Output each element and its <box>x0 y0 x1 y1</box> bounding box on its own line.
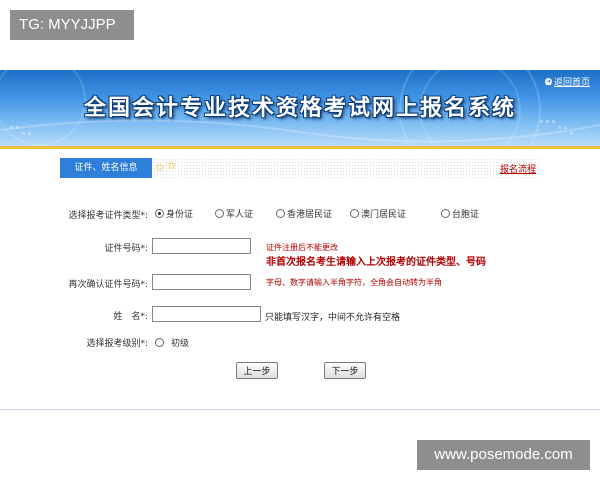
radio-id-card[interactable]: 身份证 <box>155 207 193 220</box>
watermark-top: TG: MYYJJPP <box>10 10 134 40</box>
radio-label: 台胞证 <box>452 210 480 220</box>
radio-military-id[interactable]: 军人证 <box>215 207 253 220</box>
radio-hk-resident[interactable]: 香港居民证 <box>276 207 332 220</box>
header-banner: 全国会计专业技术资格考试网上报名系统 ➜ 返回首页 <box>0 70 600 146</box>
tab-id-name-info[interactable]: 证件、姓名信息 <box>60 158 152 178</box>
radio-level-junior[interactable]: 初级 <box>155 336 189 349</box>
star-icon: ✩ <box>155 161 165 174</box>
name-note: 只能填写汉字，中间不允许有空格 <box>265 313 401 323</box>
name-label: 姓 名*: <box>113 312 148 322</box>
id-number-input[interactable] <box>152 238 251 254</box>
id-type-label: 选择报考证件类型*: <box>68 211 148 221</box>
level-label: 选择报考级别*: <box>86 339 148 349</box>
prev-step-button[interactable]: 上一步 <box>236 362 278 379</box>
radio-label: 身份证 <box>166 210 194 220</box>
radio-indicator[interactable] <box>155 209 164 218</box>
next-step-button[interactable]: 下一步 <box>324 362 366 379</box>
id-number-warning: 非首次报名考生请输入上次报考的证件类型、号码 <box>266 257 486 268</box>
radio-indicator[interactable] <box>350 209 359 218</box>
back-home-link[interactable]: ➜ 返回首页 <box>544 75 590 88</box>
arrow-circle-icon: ➜ <box>544 78 552 85</box>
radio-label: 香港居民证 <box>287 210 333 220</box>
radio-label: 军人证 <box>226 210 254 220</box>
radio-indicator[interactable] <box>441 209 450 218</box>
watermark-bottom: www.posemode.com <box>417 440 590 470</box>
name-input[interactable] <box>152 306 261 322</box>
id-confirm-input[interactable] <box>152 274 251 290</box>
page-title: 全国会计专业技术资格考试网上报名系统 <box>83 95 516 121</box>
radio-indicator[interactable] <box>276 209 285 218</box>
tab-bar: 证件、姓名信息 ✩ ✩ 报名流程 <box>60 158 540 178</box>
id-number-label: 证件号码*: <box>104 244 148 254</box>
header-divider <box>0 146 600 149</box>
registration-process-link[interactable]: 报名流程 <box>500 162 536 175</box>
back-home-label: 返回首页 <box>553 78 590 88</box>
radio-indicator[interactable] <box>215 209 224 218</box>
id-number-note: 证件注册后不能更改 <box>266 243 338 252</box>
star-icon: ✩ <box>167 159 177 172</box>
registration-screen: 全国会计专业技术资格考试网上报名系统 ➜ 返回首页 证件、姓名信息 ✩ ✩ 报名… <box>0 70 600 410</box>
radio-indicator[interactable] <box>155 338 164 347</box>
radio-macau-resident[interactable]: 澳门居民证 <box>350 207 406 220</box>
radio-label: 澳门居民证 <box>361 210 407 220</box>
radio-label: 初级 <box>171 339 190 349</box>
id-confirm-label: 再次确认证件号码*: <box>68 280 148 290</box>
id-confirm-note: 字母、数字请输入半角字符，全角会自动转为半角 <box>266 278 442 287</box>
radio-taiwan-compatriot[interactable]: 台胞证 <box>441 207 479 220</box>
